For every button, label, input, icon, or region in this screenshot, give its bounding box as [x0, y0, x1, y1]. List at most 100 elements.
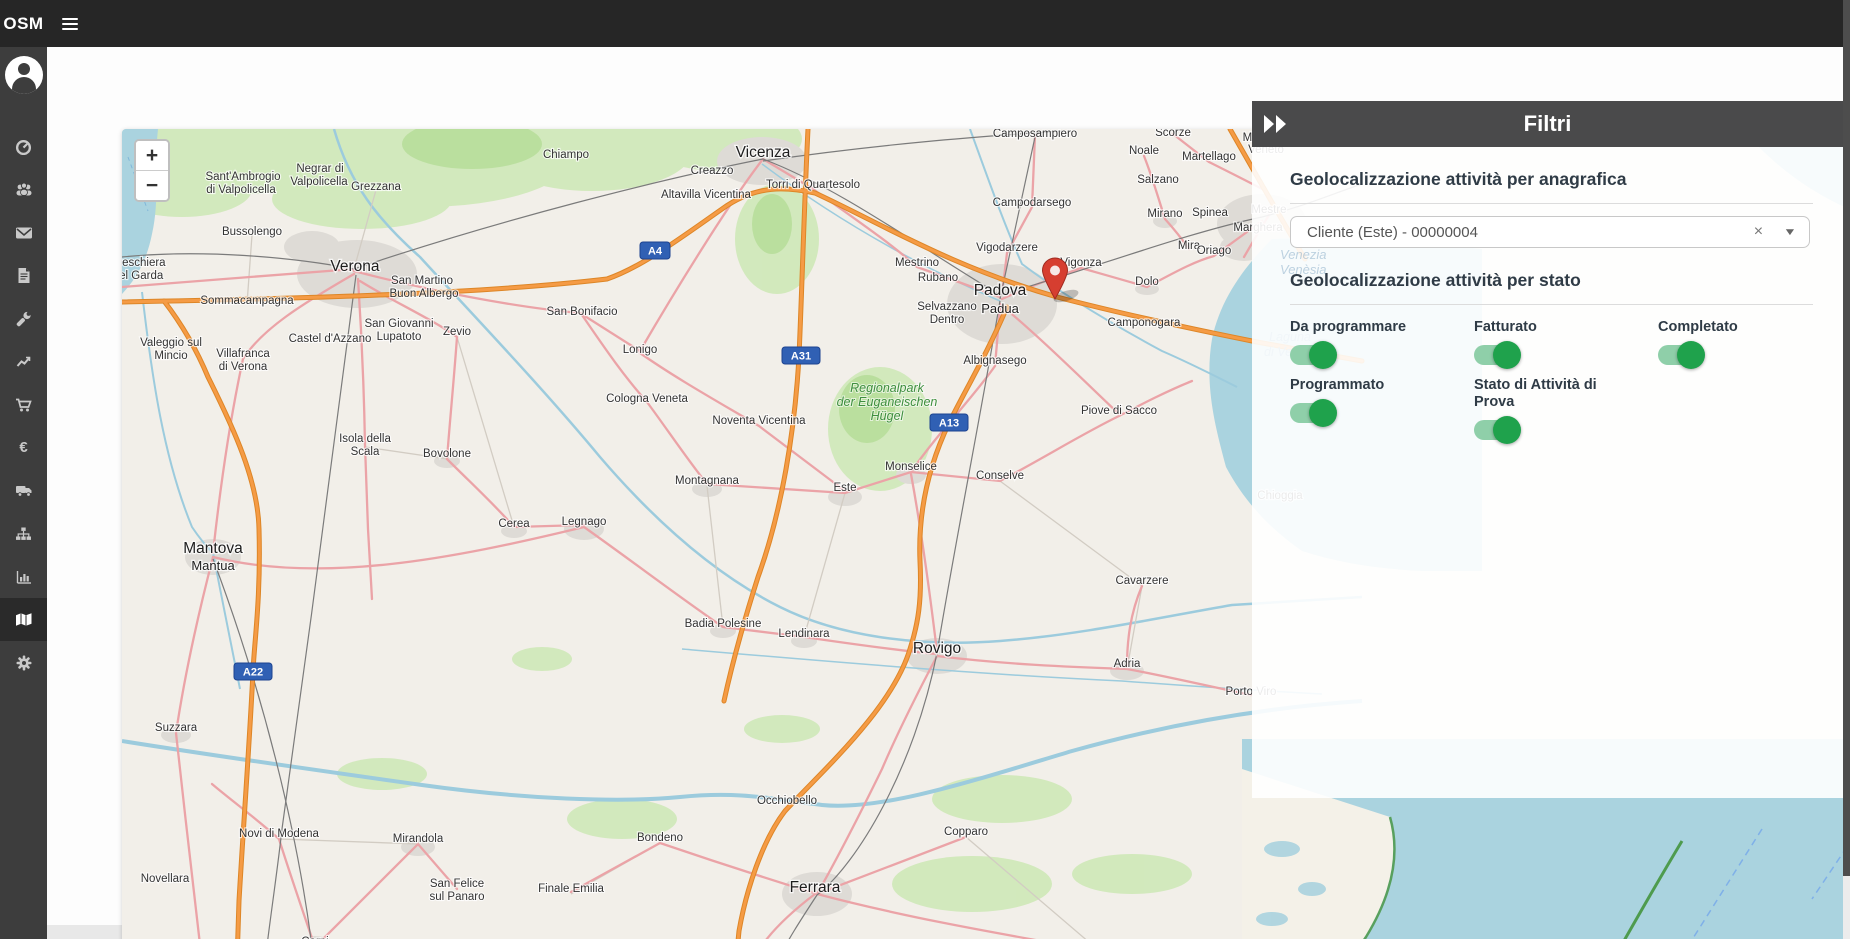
- map-label: Scala: [351, 446, 380, 458]
- map-label: San Martino: [391, 275, 453, 287]
- map-label: Mantova: [183, 540, 243, 557]
- map-label: Buon Albergo: [389, 288, 458, 300]
- toggle-label: Fatturato: [1474, 319, 1658, 336]
- map-label: Mestrino: [895, 257, 939, 269]
- map-label: Torri di Quartesolo: [766, 179, 860, 191]
- select-value: Cliente (Este) - 00000004: [1307, 224, 1754, 241]
- map-label: Cologna Veneta: [606, 393, 688, 405]
- app-logo: OSM: [0, 14, 47, 34]
- map-label: Cerea: [498, 518, 530, 530]
- toggle-switch[interactable]: [1474, 420, 1520, 440]
- map-label: Dolo: [1135, 276, 1159, 288]
- anagrafica-select[interactable]: Cliente (Este) - 00000004 × ▼: [1290, 216, 1810, 248]
- sidebar-item-reports[interactable]: [0, 555, 47, 598]
- map-label: Mantua: [191, 558, 235, 573]
- map-label: Cavarzere: [1115, 575, 1168, 587]
- map-label: San Bonifacio: [547, 306, 618, 318]
- map-label: Campodarsego: [993, 197, 1072, 209]
- map-label: Camposampiero: [993, 129, 1077, 140]
- toggle-knob[interactable]: [1309, 399, 1337, 427]
- scrollbar-thumb[interactable]: [1843, 0, 1850, 876]
- zoom-out-button[interactable]: −: [136, 171, 168, 200]
- sidebar-item-map[interactable]: [0, 598, 47, 641]
- map-label: der Euganeischen: [837, 395, 938, 409]
- map-label: Monselice: [885, 461, 937, 473]
- map-label: Hügel: [871, 409, 905, 423]
- map-label: Selvazzano: [917, 301, 976, 313]
- sidebar-item-dashboard[interactable]: [0, 125, 47, 168]
- map-label: Novellara: [141, 873, 190, 885]
- map-label: Zevio: [443, 326, 471, 338]
- page-scrollbar[interactable]: [1843, 0, 1850, 939]
- clear-selection-icon[interactable]: ×: [1754, 223, 1763, 241]
- status-toggles: Da programmareFatturatoCompletatoProgram…: [1290, 319, 1813, 448]
- sidebar-item-trend[interactable]: [0, 340, 47, 383]
- map-label: Regionalpark: [850, 381, 924, 395]
- zoom-control: + −: [134, 139, 170, 202]
- map-label: San Felice: [430, 878, 484, 890]
- map-label: Bovolone: [423, 448, 471, 460]
- map-label: Mirandola: [393, 833, 444, 845]
- toggle-knob[interactable]: [1309, 341, 1337, 369]
- toggle-item: Stato di Attività di Prova: [1474, 377, 1658, 448]
- toggle-item: Fatturato: [1474, 319, 1658, 373]
- collapse-panel-icon[interactable]: [1264, 115, 1288, 138]
- map-label: Padova: [974, 282, 1027, 299]
- map-label: Camponogara: [1108, 317, 1181, 329]
- wrench-icon: [16, 311, 32, 327]
- map-label: Isola della: [339, 433, 391, 445]
- toggle-knob[interactable]: [1677, 341, 1705, 369]
- map-label: San Giovanni: [364, 318, 433, 330]
- map-label: Sommacampagna: [200, 295, 294, 307]
- motorway-shield-label: A4: [648, 246, 663, 258]
- toggle-label: Da programmare: [1290, 319, 1474, 336]
- map-label: Sant'Ambrogio: [205, 171, 280, 183]
- map-label: Montagnana: [675, 475, 740, 487]
- map-label: Scorzè: [1155, 129, 1191, 139]
- sidebar-item-euro[interactable]: €: [0, 426, 47, 469]
- sidebar-item-truck[interactable]: [0, 469, 47, 512]
- map-label: Dentro: [930, 314, 965, 326]
- map-label: Mirano: [1147, 208, 1182, 220]
- zoom-in-button[interactable]: +: [136, 141, 168, 171]
- filters-panel: Filtri VeneziaVenèsia Geolocalizzazione …: [1252, 101, 1843, 798]
- map-label: di Verona: [219, 361, 268, 373]
- chevron-down-icon[interactable]: ▼: [1783, 227, 1797, 238]
- map-label: Lendinara: [778, 628, 830, 640]
- dashboard-icon: [15, 138, 32, 155]
- cart-icon: [15, 397, 32, 413]
- map-label: Legnago: [562, 516, 607, 528]
- map-label: Suzzara: [155, 722, 198, 734]
- map-label: Chiampo: [543, 149, 589, 161]
- euro-icon: €: [19, 439, 27, 456]
- sidebar-item-documents[interactable]: [0, 254, 47, 297]
- toggle-switch[interactable]: [1290, 403, 1336, 423]
- toggle-switch[interactable]: [1290, 345, 1336, 365]
- toggle-label: Stato di Attività di Prova: [1474, 377, 1658, 411]
- motorway-shield-label: A31: [791, 351, 811, 363]
- mail-icon: [15, 226, 33, 240]
- sidebar-item-users[interactable]: [0, 168, 47, 211]
- map-label: Grezzana: [351, 181, 401, 193]
- toggle-item: Completato: [1658, 319, 1842, 373]
- chart-line-icon: [15, 354, 32, 370]
- sidebar-item-sitemap[interactable]: [0, 512, 47, 555]
- map-label: Altavilla Vicentina: [661, 189, 752, 201]
- toggle-switch[interactable]: [1474, 345, 1520, 365]
- map-label: Peschiera: [122, 257, 166, 269]
- map-label: Noale: [1129, 145, 1159, 157]
- toggle-switch[interactable]: [1658, 345, 1704, 365]
- sidebar-item-mail[interactable]: [0, 211, 47, 254]
- user-avatar[interactable]: [5, 56, 43, 94]
- map-label: Copparo: [944, 826, 988, 838]
- hamburger-menu-icon[interactable]: [62, 15, 78, 33]
- sidebar-item-settings[interactable]: [0, 641, 47, 684]
- panel-title: Filtri: [1524, 111, 1572, 137]
- users-icon: [15, 182, 33, 198]
- map-label: Oriago: [1197, 245, 1232, 257]
- map-label: Novi di Modena: [239, 828, 320, 840]
- sidebar-item-tools[interactable]: [0, 297, 47, 340]
- toggle-knob[interactable]: [1493, 341, 1521, 369]
- toggle-knob[interactable]: [1493, 416, 1521, 444]
- sidebar-item-cart[interactable]: [0, 383, 47, 426]
